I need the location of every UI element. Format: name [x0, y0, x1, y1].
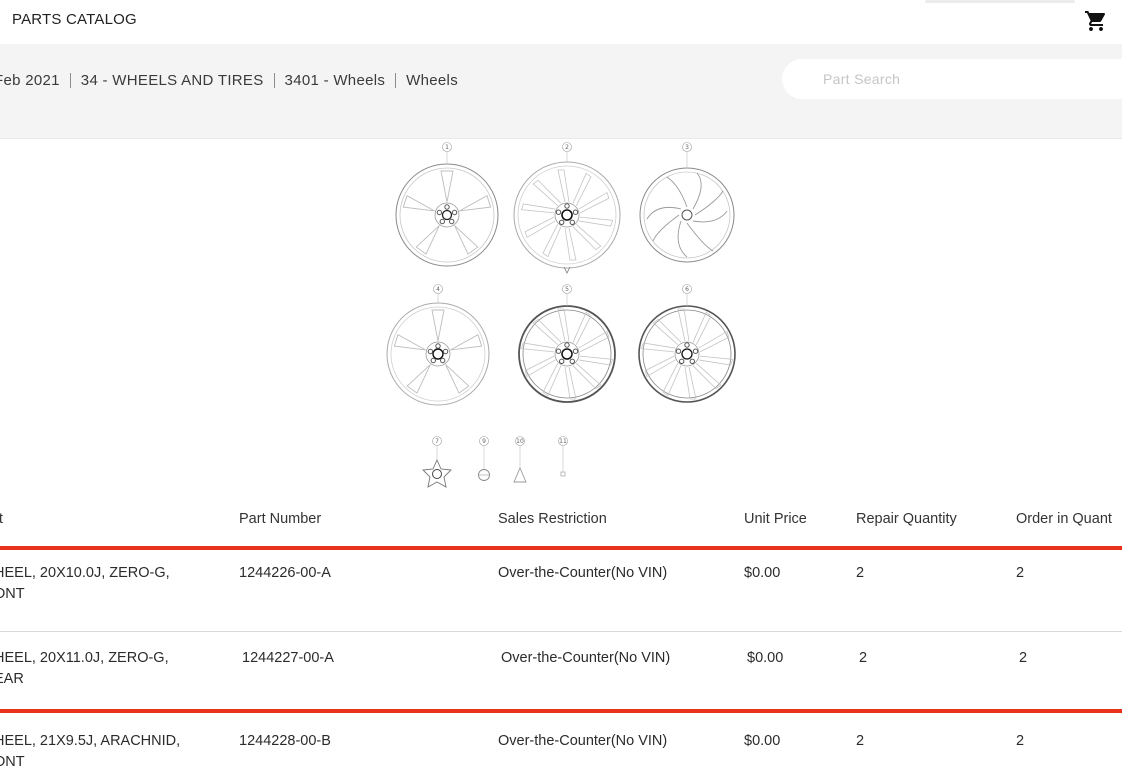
part-number: 1244227-00-A: [242, 650, 334, 666]
valve-cap[interactable]: [513, 466, 527, 483]
unit-price: $0.00: [744, 565, 781, 581]
breadcrumb: Feb 2021 34 - WHEELS AND TIRES 3401 - Wh…: [0, 72, 458, 89]
wheels-exploded-diagram: 1 2 3 4 5 6 7 9 10 11: [386, 142, 736, 488]
repair-quantity: 2: [856, 565, 865, 581]
callout-4: 4: [436, 286, 440, 293]
wheel-5[interactable]: [518, 305, 616, 403]
column-header-sales-restriction[interactable]: Sales Restriction: [498, 511, 607, 527]
valve-stem[interactable]: [560, 471, 566, 477]
app-title: PARTS CATALOG: [12, 11, 137, 28]
repair-quantity: 2: [856, 733, 865, 749]
wheel-3[interactable]: [639, 167, 735, 263]
callout-6: 6: [685, 286, 689, 293]
unit-price: $0.00: [744, 733, 781, 749]
callout-7: 7: [435, 438, 439, 445]
sales-restriction: Over-the-Counter(No VIN): [498, 733, 668, 749]
breadcrumb-band: Feb 2021 34 - WHEELS AND TIRES 3401 - Wh…: [0, 44, 1122, 139]
breadcrumb-item-date[interactable]: Feb 2021: [0, 72, 60, 89]
callout-5: 5: [565, 286, 569, 293]
part-description-line2: ONT: [0, 753, 25, 770]
callout-3: 3: [685, 144, 689, 151]
column-header-unit-price[interactable]: Unit Price: [744, 511, 807, 527]
wheel-1[interactable]: [395, 163, 499, 267]
top-bar: PARTS CATALOG: [0, 0, 1122, 44]
breadcrumb-item-category[interactable]: 34 - WHEELS AND TIRES: [81, 72, 264, 89]
part-description-line2: ONT: [0, 585, 25, 602]
breadcrumb-item-current[interactable]: Wheels: [406, 72, 458, 89]
highlight-rule: [0, 709, 1122, 713]
breadcrumb-item-subcategory[interactable]: 3401 - Wheels: [285, 72, 386, 89]
part-description: HEEL, 20X10.0J, ZERO-G, ONT: [0, 563, 209, 604]
breadcrumb-separator: [395, 73, 397, 88]
shopping-cart-icon[interactable]: [1084, 9, 1108, 33]
part-number: 1244228-00-B: [239, 733, 331, 749]
row-divider: [0, 631, 1122, 632]
wheel-6[interactable]: [638, 305, 736, 403]
center-cap-round[interactable]: [478, 469, 490, 481]
callout-1: 1: [445, 144, 449, 151]
center-cap-star[interactable]: [422, 458, 452, 488]
sales-restriction: Over-the-Counter(No VIN): [498, 565, 668, 581]
callout-9: 9: [482, 438, 486, 445]
part-description-line2: EAR: [0, 670, 24, 687]
part-search-input[interactable]: [782, 59, 1122, 99]
breadcrumb-separator: [69, 73, 71, 88]
part-description-line1: HEEL, 20X11.0J, ZERO-G,: [0, 650, 169, 666]
unit-price: $0.00: [747, 650, 784, 666]
callout-10: 10: [516, 438, 524, 445]
column-header-order-quantity[interactable]: Order in Quant: [1016, 511, 1112, 527]
part-description-line1: HEEL, 20X10.0J, ZERO-G,: [0, 565, 170, 581]
wheel-2[interactable]: [513, 161, 621, 274]
part-description: HEEL, 21X9.5J, ARACHNID, ONT: [0, 731, 209, 772]
parts-table-header: rt Part Number Sales Restriction Unit Pr…: [0, 505, 1122, 543]
sales-restriction: Over-the-Counter(No VIN): [501, 650, 671, 666]
column-header-part-number[interactable]: Part Number: [239, 511, 321, 527]
wheel-4[interactable]: [386, 302, 490, 406]
repair-quantity: 2: [859, 650, 868, 666]
part-number: 1244226-00-A: [239, 565, 331, 581]
highlight-rule: [0, 546, 1122, 550]
column-header-part[interactable]: rt: [0, 511, 3, 527]
order-quantity[interactable]: 2: [1016, 563, 1024, 583]
column-header-repair-quantity[interactable]: Repair Quantity: [856, 511, 957, 527]
callout-11: 11: [559, 438, 567, 445]
order-quantity[interactable]: 2: [1016, 731, 1024, 751]
breadcrumb-separator: [273, 73, 275, 88]
part-description: HEEL, 20X11.0J, ZERO-G, EAR: [0, 648, 209, 689]
part-description-line1: HEEL, 21X9.5J, ARACHNID,: [0, 733, 181, 749]
order-quantity[interactable]: 2: [1019, 648, 1027, 668]
top-scroll-indicator: [925, 0, 1075, 3]
callout-2: 2: [565, 144, 569, 151]
